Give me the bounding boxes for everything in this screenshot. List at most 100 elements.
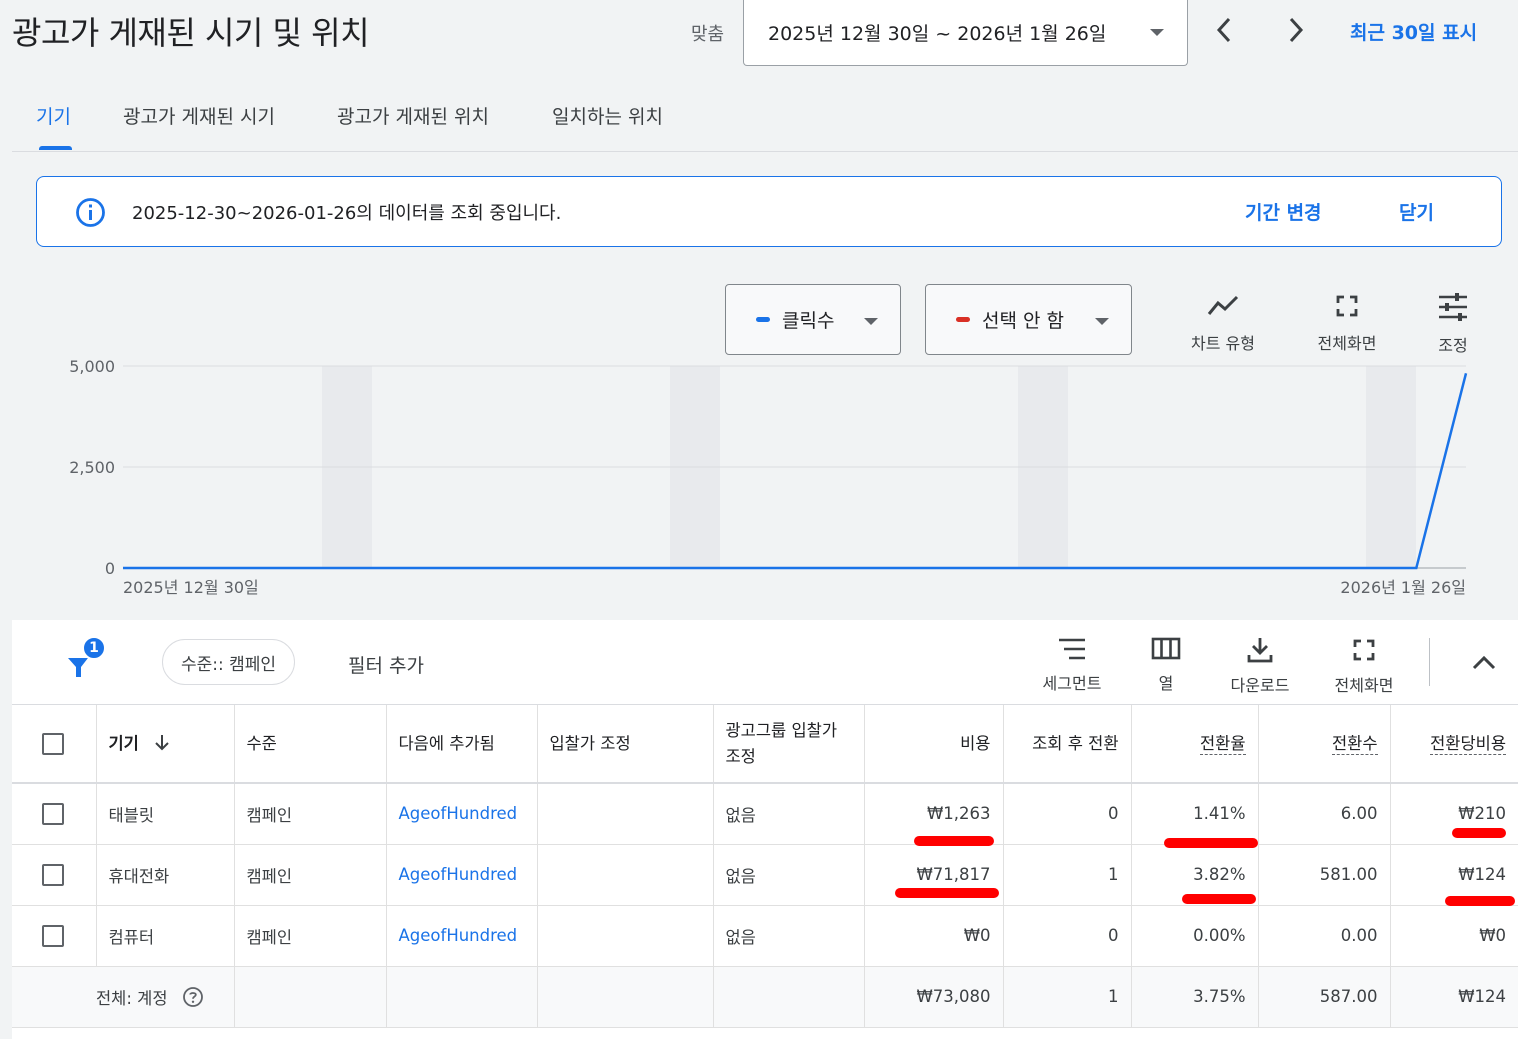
header-added-to[interactable]: 다음에 추가됨	[386, 705, 538, 784]
tab-device[interactable]: 기기	[36, 102, 71, 129]
columns-button[interactable]: 열	[1121, 636, 1211, 694]
adgroup-bid-adj-cell: 없음	[713, 844, 865, 906]
cost-cell: ₩0	[864, 905, 1004, 967]
header-bid-adj[interactable]: 입찰가 조정	[537, 705, 714, 784]
conv-rate-cell: 1.41%	[1131, 783, 1259, 845]
bid-adj-cell[interactable]	[537, 905, 714, 967]
row-select-cell	[12, 844, 97, 906]
device-cell: 태블릿	[96, 783, 235, 845]
download-button[interactable]: 다운로드	[1215, 636, 1305, 696]
y-tick-label: 0	[105, 559, 115, 578]
fullscreen-icon	[1336, 295, 1358, 317]
campaign-link[interactable]: AgeofHundred	[399, 865, 518, 884]
row-select-cell	[12, 783, 97, 845]
chart-adjust-button[interactable]: 조정	[1408, 292, 1498, 356]
added-to-cell: AgeofHundred	[386, 783, 538, 845]
total-empty-cell	[713, 966, 865, 1028]
add-filter-button[interactable]: 필터 추가	[348, 651, 424, 678]
row-checkbox[interactable]	[42, 802, 64, 825]
campaign-link[interactable]: AgeofHundred	[399, 926, 518, 945]
device-table-panel: 1 수준:: 캠페인 필터 추가 세그먼트 열 다운로드 전체화면 기기 수준 …	[12, 620, 1518, 1039]
arrow-down-icon	[155, 734, 169, 750]
header-conversions[interactable]: 전환수	[1258, 705, 1391, 784]
help-icon[interactable]	[182, 986, 204, 1008]
header-adgroup-bid-adj[interactable]: 광고그룹 입찰가 조정	[713, 705, 865, 784]
download-label: 다운로드	[1230, 676, 1290, 695]
toolbar-divider	[1429, 638, 1430, 686]
table-row[interactable]: 휴대전화 캠페인 AgeofHundred 없음 ₩71,817 1 3.82% 581.00…	[12, 844, 1518, 906]
tab-matching-locations[interactable]: 일치하는 위치	[552, 102, 663, 129]
conversions-cell: 0.00	[1258, 905, 1391, 967]
chevron-left-icon	[1216, 17, 1231, 43]
annotation-underline	[1452, 828, 1506, 838]
total-view-through-cell: 1	[1003, 966, 1132, 1028]
tab-where-ads-showed[interactable]: 광고가 게재된 위치	[337, 102, 489, 129]
total-empty-cell	[386, 966, 538, 1028]
filter-button[interactable]: 1	[64, 636, 112, 688]
header-level[interactable]: 수준	[234, 705, 387, 784]
y-tick-label: 2,500	[69, 458, 115, 477]
annotation-underline	[914, 836, 994, 846]
header-view-through[interactable]: 조회 후 전환	[1003, 705, 1132, 784]
clicks-line-chart: 5,000 2,500 0 2025년 12월 30일 2026년 1월 26일	[69, 357, 1468, 597]
table-row[interactable]: 컴퓨터 캠페인 AgeofHundred 없음 ₩0 0 0.00% 0.00 ₩0	[12, 905, 1518, 967]
header-conv-rate[interactable]: 전환율	[1131, 705, 1259, 784]
view-through-cell: 0	[1003, 783, 1132, 845]
banner-text: 2025-12-30~2026-01-26의 데이터를 조회 중입니다.	[132, 203, 562, 224]
conversions-cell: 581.00	[1258, 844, 1391, 906]
show-recent-30-days-link[interactable]: 최근 30일 표시	[1350, 18, 1477, 45]
page-title: 광고가 게재된 시기 및 위치	[12, 14, 370, 52]
date-match-label: 맞춤	[691, 24, 725, 45]
next-period-button[interactable]	[1278, 12, 1314, 48]
conversions-cell: 6.00	[1258, 783, 1391, 845]
annotation-underline	[1445, 896, 1515, 906]
device-cell: 휴대전화	[96, 844, 235, 906]
tab-when-ads-showed[interactable]: 광고가 게재된 시기	[123, 102, 275, 129]
total-empty-cell	[537, 966, 714, 1028]
date-range-select[interactable]: 2025년 12월 30일 ~ 2026년 1월 26일	[743, 0, 1188, 66]
chevron-up-icon	[1472, 655, 1496, 670]
total-label-cell: 전체: 계정	[12, 966, 235, 1028]
row-checkbox[interactable]	[42, 863, 64, 886]
select-all-checkbox[interactable]	[42, 732, 64, 755]
total-cost-per-conv-cell: ₩124	[1390, 966, 1518, 1028]
table-fullscreen-label: 전체화면	[1334, 676, 1394, 695]
chart-type-button[interactable]: 차트 유형	[1178, 292, 1268, 354]
metric-1-select[interactable]: 클릭수	[725, 284, 901, 355]
annotation-underline	[895, 888, 999, 898]
table-row[interactable]: 태블릿 캠페인 AgeofHundred 없음 ₩1,263 0 1.41% 6.00 ₩210	[12, 783, 1518, 845]
table-fullscreen-button[interactable]: 전체화면	[1319, 636, 1409, 696]
x-end-label: 2026년 1월 26일	[1340, 578, 1466, 597]
x-start-label: 2025년 12월 30일	[123, 578, 259, 597]
campaign-link[interactable]: AgeofHundred	[399, 804, 518, 823]
active-tab-indicator	[39, 146, 72, 150]
chart-fullscreen-button[interactable]: 전체화면	[1302, 292, 1392, 354]
device-cell: 컴퓨터	[96, 905, 235, 967]
metric-2-select[interactable]: 선택 안 함	[925, 284, 1132, 355]
segment-label: 세그먼트	[1042, 674, 1102, 693]
header-device-label: 기기	[108, 733, 139, 753]
row-checkbox[interactable]	[42, 924, 64, 947]
annotation-underline	[1164, 838, 1258, 848]
level-filter-chip[interactable]: 수준:: 캠페인	[162, 639, 296, 685]
header-cost[interactable]: 비용	[864, 705, 1004, 784]
bid-adj-cell[interactable]	[537, 844, 714, 906]
line-chart-icon	[1207, 295, 1239, 315]
header-cost-per-conv[interactable]: 전환당비용	[1390, 705, 1518, 784]
cost-per-conv-cell: ₩0	[1390, 905, 1518, 967]
segment-button[interactable]: 세그먼트	[1027, 636, 1117, 694]
metric-2-label: 선택 안 함	[982, 310, 1064, 332]
collapse-button[interactable]	[1467, 648, 1501, 678]
info-banner: 2025-12-30~2026-01-26의 데이터를 조회 중입니다. 기간 …	[36, 176, 1502, 247]
header-select-all-cell	[12, 705, 97, 784]
change-period-link[interactable]: 기간 변경	[1245, 198, 1322, 225]
added-to-cell: AgeofHundred	[386, 844, 538, 906]
tab-bar: 기기 광고가 게재된 시기 광고가 게재된 위치 일치하는 위치	[12, 82, 1518, 152]
dropdown-caret-icon	[864, 318, 878, 325]
y-tick-label: 5,000	[69, 357, 115, 376]
bid-adj-cell[interactable]	[537, 783, 714, 845]
prev-period-button[interactable]	[1206, 12, 1242, 48]
header-device[interactable]: 기기	[96, 705, 235, 784]
added-to-cell: AgeofHundred	[386, 905, 538, 967]
close-banner-link[interactable]: 닫기	[1399, 198, 1434, 225]
